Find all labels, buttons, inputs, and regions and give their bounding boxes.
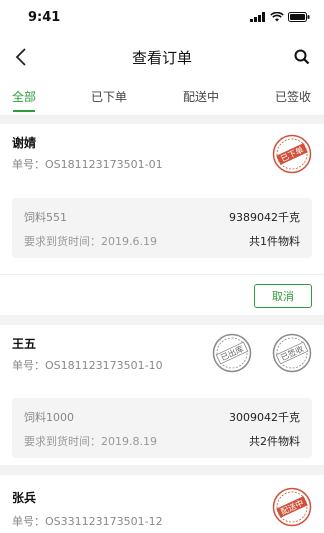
signal-icon [250, 12, 265, 22]
order-number: 单号：OS331123173501-12 [12, 515, 163, 528]
order-number: 单号：OS181123173501-01 [12, 158, 163, 171]
item-count: 共1件物料 [249, 235, 300, 248]
stamp-label: 已下单 [279, 144, 305, 163]
customer-name: 张兵 [12, 491, 37, 505]
order-number: 单号：OS181123173501-10 [12, 359, 163, 372]
item-name: 饲料1000 [24, 411, 74, 424]
status-stamp-shipped: 已出库 [212, 333, 252, 373]
due-date: 要求到货时间：2019.8.19 [24, 435, 157, 448]
stamp-label: 已出库 [219, 343, 245, 362]
battery-icon [288, 12, 310, 22]
item-name: 饲料551 [24, 211, 67, 224]
due-date: 要求到货时间：2019.6.19 [24, 235, 157, 248]
divider [0, 274, 324, 275]
status-bar: 9:41 [0, 0, 324, 36]
tab-all[interactable]: 全部 [12, 88, 36, 105]
tab-ordered[interactable]: 已下单 [91, 88, 127, 105]
customer-name: 谢婧 [12, 136, 37, 150]
status-stamp-ordered: 已下单 [272, 134, 312, 174]
customer-name: 王五 [12, 337, 37, 351]
tab-delivering[interactable]: 配送中 [183, 88, 219, 105]
stamp-label: 已签收 [279, 343, 305, 362]
item-weight: 9389042千克 [229, 211, 300, 224]
tab-signed[interactable]: 已签收 [275, 88, 311, 105]
status-icons [250, 12, 310, 22]
active-tab-indicator [13, 110, 35, 112]
status-stamp-delivering: 配送中 [272, 487, 312, 527]
item-weight: 3009042千克 [229, 411, 300, 424]
page-title: 查看订单 [131, 49, 192, 67]
search-icon [294, 49, 310, 65]
item-count: 共2件物料 [249, 435, 300, 448]
tab-bar: 全部 已下单 配送中 已签收 [0, 78, 324, 116]
status-stamp-signed: 已签收 [272, 333, 312, 373]
nav-bar: 查看订单 [0, 36, 324, 78]
wifi-icon [270, 12, 284, 22]
stamp-label: 配送中 [279, 497, 305, 516]
status-time: 9:41 [28, 10, 61, 25]
order-detail-box: 饲料1000 3009042千克 要求到货时间：2019.8.19 共2件物料 [12, 398, 312, 458]
order-card[interactable]: 张兵 单号：OS331123173501-12 配送中 [0, 475, 324, 533]
order-card[interactable]: 谢婧 单号：OS181123173501-01 已下单 饲料551 938904… [0, 124, 324, 315]
cancel-button[interactable]: 取消 [254, 284, 312, 308]
order-card[interactable]: 王五 单号：OS181123173501-10 已出库 已签收 饲料1000 3… [0, 325, 324, 465]
order-detail-box: 饲料551 9389042千克 要求到货时间：2019.6.19 共1件物料 [12, 198, 312, 258]
search-button[interactable] [290, 45, 314, 69]
